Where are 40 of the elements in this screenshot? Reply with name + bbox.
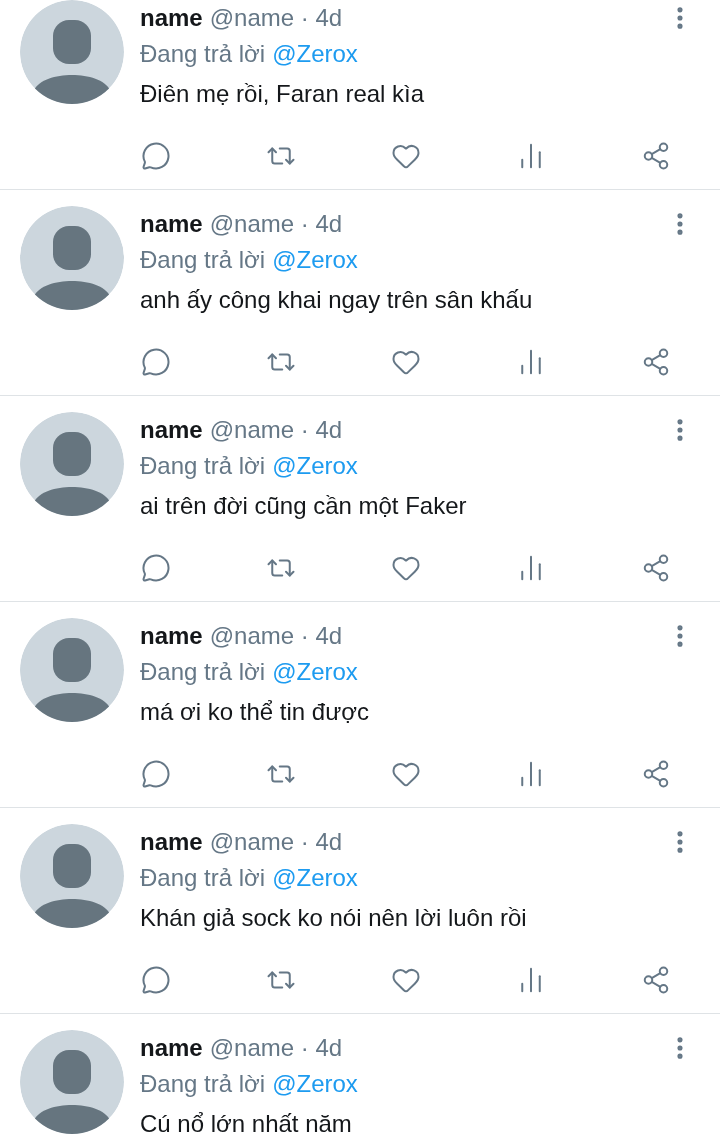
comment-icon[interactable]	[141, 141, 171, 171]
reply-text: má ơi ko thể tin được	[140, 697, 370, 727]
comment-icon[interactable]	[141, 965, 171, 995]
share-icon[interactable]	[641, 759, 671, 789]
user-handle: @name · 4d	[209, 621, 343, 651]
comment-icon[interactable]	[141, 347, 171, 377]
mention-link[interactable]: @Zerox	[272, 242, 358, 278]
mention-link[interactable]: @Zerox	[272, 654, 358, 690]
reply-label: Đang trả lời	[140, 39, 266, 69]
mention-link[interactable]: @Zerox	[272, 36, 358, 72]
reply-text: ai trên đời cũng cần một Faker	[140, 491, 468, 521]
user-handle: @name · 4d	[209, 1033, 343, 1063]
user-name: name	[140, 621, 203, 651]
user-handle: @name · 4d	[209, 209, 343, 239]
reply-label: Đang trả lời	[140, 863, 266, 893]
reply-text: Điên mẹ rồi, Faran real kìa	[140, 79, 426, 109]
comment-icon[interactable]	[141, 759, 171, 789]
reply-text: Khán giả sock ko nói nên lời luôn rồi	[140, 903, 528, 933]
share-icon[interactable]	[641, 141, 671, 171]
share-icon[interactable]	[641, 965, 671, 995]
reply-label: Đang trả lời	[140, 657, 266, 687]
share-icon[interactable]	[641, 553, 671, 583]
reply-text: anh ấy công khai ngay trên sân khấu	[140, 285, 534, 315]
user-name: name	[140, 827, 203, 857]
user-handle: @name · 4d	[209, 3, 343, 33]
user-name: name	[140, 415, 203, 445]
reply-label: Đang trả lời	[140, 245, 266, 275]
mention-link[interactable]: @Zerox	[272, 860, 358, 896]
reply-label: Đang trả lời	[140, 451, 266, 481]
comment-icon[interactable]	[141, 553, 171, 583]
user-name: name	[140, 209, 203, 239]
share-icon[interactable]	[641, 347, 671, 377]
reply-text: Cú nổ lớn nhất năm	[140, 1109, 353, 1139]
mention-link[interactable]: @Zerox	[272, 1066, 358, 1102]
user-handle: @name · 4d	[209, 827, 343, 857]
reply-label: Đang trả lời	[140, 1069, 266, 1099]
user-handle: @name · 4d	[209, 415, 343, 445]
user-name: name	[140, 3, 203, 33]
mention-link[interactable]: @Zerox	[272, 448, 358, 484]
user-name: name	[140, 1033, 203, 1063]
